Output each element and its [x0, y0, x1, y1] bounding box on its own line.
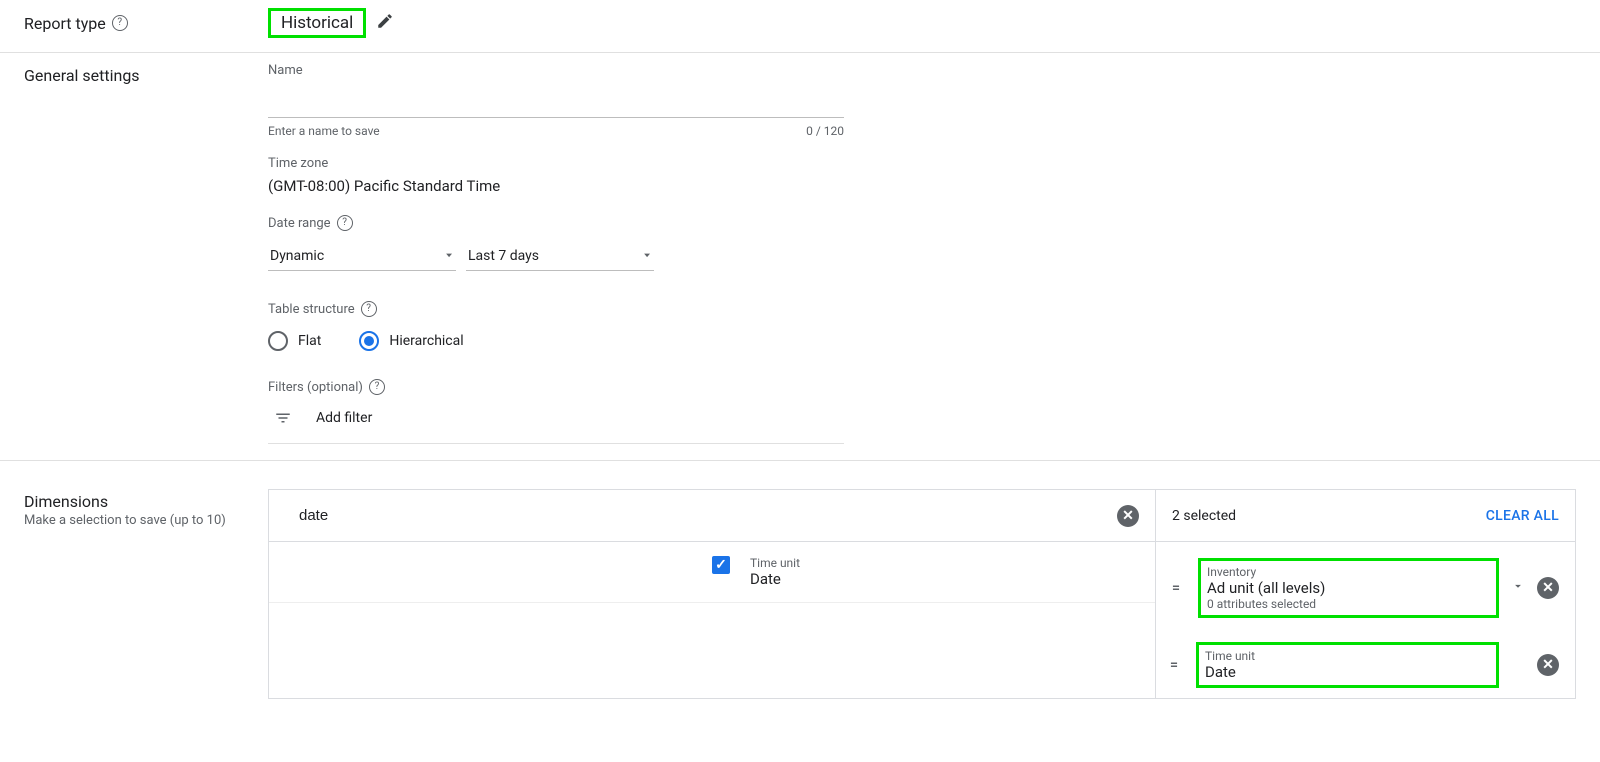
radio-icon-selected: [359, 331, 379, 351]
name-input[interactable]: [268, 82, 844, 118]
dimensions-section: Dimensions Make a selection to save (up …: [0, 460, 1600, 699]
dimensions-title: Dimensions: [24, 492, 268, 511]
table-structure-label-text: Table structure: [268, 302, 355, 317]
report-type-section: Report type ? Historical: [0, 0, 1600, 53]
date-range-label: Date range ?: [268, 215, 1576, 231]
result-category: Time unit: [750, 556, 800, 570]
filters-label-text: Filters (optional): [268, 380, 363, 395]
clear-all-button[interactable]: CLEAR ALL: [1486, 508, 1559, 524]
add-filter-label: Add filter: [316, 410, 372, 426]
filters-label: Filters (optional) ?: [268, 379, 1576, 395]
dimensions-search-input[interactable]: [297, 506, 1117, 525]
selected-item-date[interactable]: = Time unit Date ✕: [1170, 642, 1561, 688]
help-icon[interactable]: ?: [361, 301, 377, 317]
dimensions-result-item[interactable]: ✓ Time unit Date: [712, 556, 1135, 588]
add-filter-button[interactable]: Add filter: [268, 399, 844, 444]
selected-item-ad-unit[interactable]: = Inventory Ad unit (all levels) 0 attri…: [1170, 552, 1561, 624]
name-label: Name: [268, 63, 1576, 78]
help-icon[interactable]: ?: [369, 379, 385, 395]
caret-down-icon: ▼: [444, 252, 454, 259]
report-type-label-text: Report type: [24, 14, 106, 33]
general-settings-section: General settings Name Enter a name to sa…: [0, 53, 1600, 460]
selected-item-name: Ad unit (all levels): [1207, 579, 1490, 597]
date-range-mode-value: Dynamic: [270, 248, 324, 264]
general-settings-title: General settings: [24, 66, 268, 85]
selected-item-name: Date: [1205, 663, 1490, 681]
name-placeholder-hint: Enter a name to save: [268, 124, 380, 138]
table-structure-label: Table structure ?: [268, 301, 1576, 317]
remove-icon[interactable]: ✕: [1537, 577, 1559, 599]
dimensions-result-row: ✓ Time unit Date: [269, 542, 1155, 603]
drag-handle-icon[interactable]: =: [1172, 580, 1198, 596]
timezone-label: Time zone: [268, 156, 1576, 171]
radio-flat-label: Flat: [298, 333, 321, 349]
filter-icon: [274, 409, 292, 427]
dimensions-label: Dimensions Make a selection to save (up …: [24, 489, 268, 699]
timezone-value: (GMT-08:00) Pacific Standard Time: [268, 177, 1576, 195]
result-name: Date: [750, 570, 800, 588]
report-type-value: Historical: [268, 8, 366, 38]
radio-icon: [268, 331, 288, 351]
remove-icon[interactable]: ✕: [1537, 654, 1559, 676]
caret-down-icon: ▼: [642, 252, 652, 259]
edit-icon[interactable]: [376, 12, 394, 34]
dimensions-search-panel: ✕ ✓ Time unit Date: [269, 490, 1155, 698]
selected-item-attr: 0 attributes selected: [1207, 597, 1490, 611]
date-range-label-text: Date range: [268, 216, 331, 231]
checkbox-checked-icon[interactable]: ✓: [712, 556, 730, 574]
help-icon[interactable]: ?: [337, 215, 353, 231]
dimensions-subtitle: Make a selection to save (up to 10): [24, 513, 268, 528]
dimensions-selected-panel: 2 selected CLEAR ALL = Inventory Ad unit…: [1155, 490, 1575, 698]
selected-item-category: Time unit: [1205, 649, 1490, 663]
date-range-mode-dropdown[interactable]: Dynamic ▼: [268, 241, 456, 271]
radio-flat[interactable]: Flat: [268, 331, 321, 351]
radio-hierarchical-label: Hierarchical: [389, 333, 463, 349]
name-char-counter: 0 / 120: [806, 124, 844, 138]
radio-hierarchical[interactable]: Hierarchical: [359, 331, 463, 351]
chevron-down-icon[interactable]: [1511, 579, 1525, 597]
report-type-label: Report type ?: [24, 14, 268, 33]
clear-search-icon[interactable]: ✕: [1117, 505, 1139, 527]
date-range-preset-dropdown[interactable]: Last 7 days ▼: [466, 241, 654, 271]
help-icon[interactable]: ?: [112, 15, 128, 31]
date-range-preset-value: Last 7 days: [468, 248, 539, 264]
general-settings-label: General settings: [24, 63, 268, 450]
selected-count: 2 selected: [1172, 508, 1236, 524]
selected-item-category: Inventory: [1207, 565, 1490, 579]
drag-handle-icon[interactable]: =: [1170, 657, 1196, 673]
